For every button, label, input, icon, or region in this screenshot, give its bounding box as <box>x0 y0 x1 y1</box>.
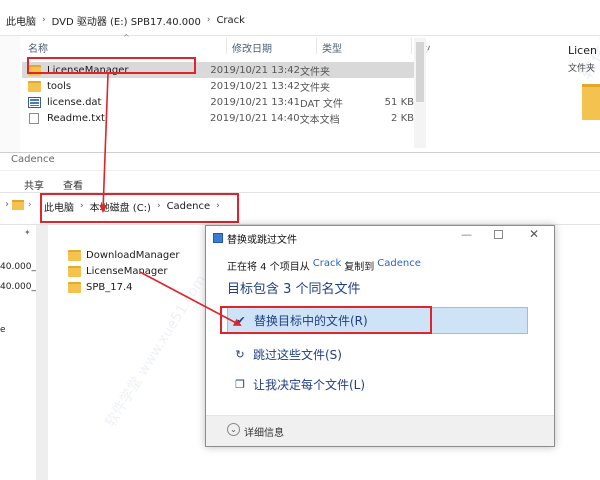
folder-icon <box>28 80 41 92</box>
folder-icon <box>68 282 81 293</box>
option-label: 跳过这些文件(S) <box>253 348 342 362</box>
annotation-highlight-licensemanager <box>27 57 196 74</box>
nav-item-fragment[interactable]: 40.000_L <box>0 282 41 292</box>
chevron-right-icon[interactable]: › <box>28 200 32 210</box>
folder-row-downloadmanager[interactable]: DownloadManager <box>62 248 180 263</box>
text-file-icon <box>29 112 39 124</box>
breadcrumb-item-this-pc[interactable]: 此电脑 <box>6 13 36 28</box>
folder-icon <box>68 250 81 261</box>
nav-item-fragment[interactable]: 40.000_F <box>0 262 41 272</box>
sort-up-icon: ^ <box>123 33 130 42</box>
progress-middle: 复制到 <box>344 262 375 273</box>
compare-files-icon: ❐ <box>235 378 245 391</box>
pin-icon[interactable]: ✦ <box>24 228 31 237</box>
breadcrumb-item-crack[interactable]: Crack <box>216 15 245 26</box>
file-type: 文件夹 <box>300 66 331 78</box>
column-header-date[interactable]: 修改日期 <box>232 40 272 55</box>
copy-progress-text: 正在将 4 个项目从 Crack 复制到 Cadence <box>227 258 421 273</box>
window-title: Cadence <box>11 154 55 165</box>
annotation-highlight-breadcrumb <box>40 193 239 223</box>
file-date: 2019/10/21 14:40 <box>209 112 300 124</box>
column-separator <box>316 38 317 54</box>
source-link[interactable]: Crack <box>313 258 342 273</box>
file-date: 2019/10/21 13:41 <box>210 96 301 108</box>
close-icon[interactable]: ✕ <box>529 227 539 241</box>
file-size: 2 KB <box>391 112 414 124</box>
ribbon-divider <box>0 170 600 171</box>
file-row-tools[interactable]: tools 2019/10/21 13:42 文件夹 <box>22 78 414 94</box>
ribbon-tab-view[interactable]: 查看 <box>63 177 83 192</box>
destination-link[interactable]: Cadence <box>377 258 421 273</box>
file-type: 文本文档 <box>299 114 340 126</box>
option-label: 让我决定每个文件(L) <box>253 378 366 392</box>
maximize-icon[interactable] <box>494 230 503 239</box>
file-type: DAT 文件 <box>300 98 343 110</box>
folder-icon <box>68 266 81 277</box>
folder-row-spb[interactable]: SPB_17.4 <box>62 280 133 295</box>
scrollbar-thumb[interactable] <box>416 42 424 102</box>
chevron-right-icon: › <box>42 15 46 25</box>
more-details-toggle[interactable]: 详细信息 <box>244 424 284 439</box>
navigation-pane-strip <box>0 36 20 152</box>
dialog-heading: 目标包含 3 个同名文件 <box>227 282 361 297</box>
back-arrow-icon[interactable]: › <box>5 199 9 210</box>
progress-prefix: 正在将 4 个项目从 <box>227 262 310 273</box>
chevron-down-icon[interactable]: ⌄ <box>227 423 240 436</box>
file-type: 文件夹 <box>300 82 331 94</box>
dat-file-icon <box>28 96 41 108</box>
folder-name: SPB_17.4 <box>86 282 133 293</box>
file-name: Readme.txt <box>47 112 105 124</box>
dialog-app-icon <box>213 233 223 243</box>
minimize-icon[interactable]: — <box>461 228 472 241</box>
navigation-scrollbar[interactable] <box>36 225 48 480</box>
file-date: 2019/10/21 13:42 <box>210 64 301 76</box>
chevron-right-icon: › <box>206 15 211 25</box>
top-breadcrumb: 此电脑 › DVD 驱动器 (E:) SPB17.40.000 › Crack <box>6 13 245 28</box>
decide-each-file-option[interactable]: ❐ 让我决定每个文件(L) <box>227 371 528 398</box>
folder-icon <box>12 200 24 210</box>
file-size: 51 KB <box>384 96 414 108</box>
file-name: license.dat <box>47 96 102 108</box>
dialog-title: 替换或跳过文件 <box>227 235 297 246</box>
column-separator <box>411 38 412 54</box>
folder-icon <box>582 84 600 120</box>
folder-name: LicenseManager <box>86 266 168 277</box>
file-date: 2019/10/21 13:42 <box>210 80 301 92</box>
breadcrumb-item-dvd-drive[interactable]: DVD 驱动器 (E:) SPB17.40.000 <box>52 13 201 28</box>
file-name: tools <box>47 80 72 92</box>
folder-name: DownloadManager <box>86 250 180 261</box>
file-row-license-dat[interactable]: license.dat 2019/10/21 13:41 DAT 文件 51 K… <box>22 94 414 110</box>
column-separator <box>226 38 227 54</box>
file-row-readme[interactable]: Readme.txt 2019/10/21 14:40 文本文档 2 KB <box>22 110 414 126</box>
folder-row-licensemanager[interactable]: LicenseManager <box>62 264 168 279</box>
skip-files-option[interactable]: ↻ 跳过这些文件(S) <box>227 341 528 368</box>
annotation-highlight-replace <box>220 306 432 334</box>
skip-icon: ↻ <box>235 348 245 361</box>
column-header-name[interactable]: 名称 <box>28 40 48 55</box>
nav-item-fragment[interactable]: e <box>0 325 6 335</box>
ribbon-tab-share[interactable]: 共享 <box>24 177 44 192</box>
column-header-type[interactable]: 类型 <box>322 40 342 55</box>
